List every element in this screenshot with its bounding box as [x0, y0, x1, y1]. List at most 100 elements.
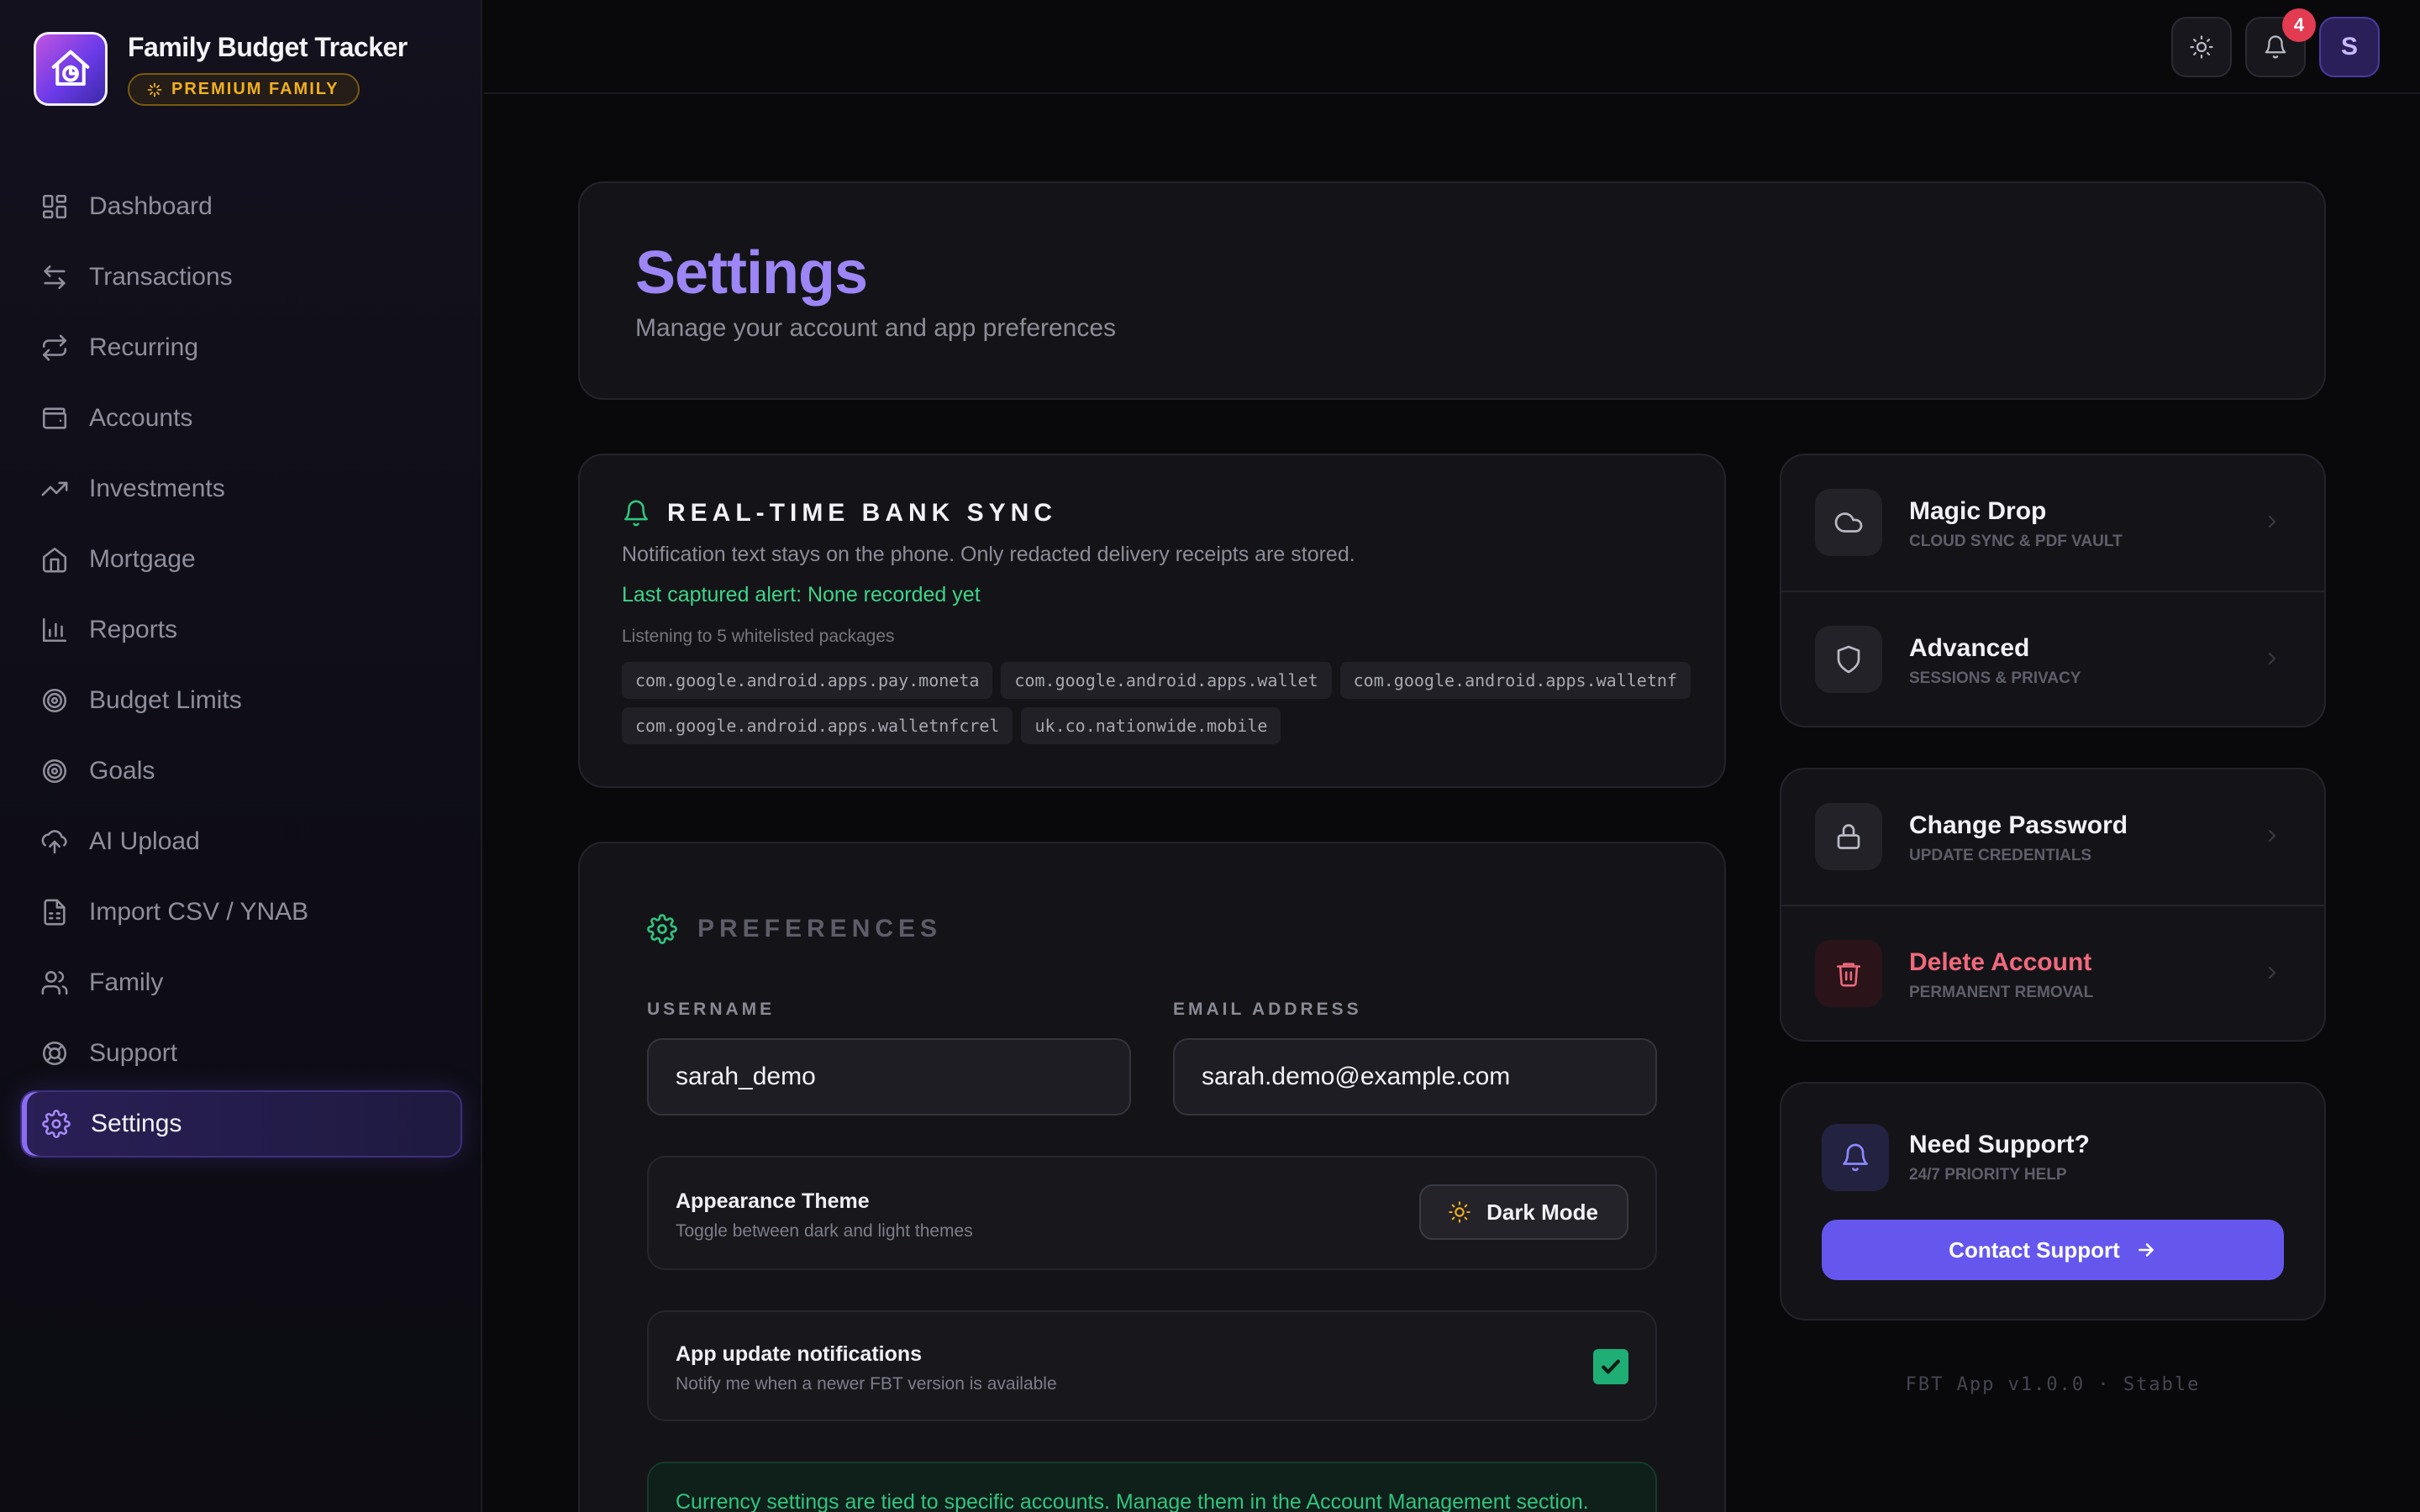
cloud-icon — [1815, 489, 1882, 556]
sidebar-item-label: Family — [89, 969, 164, 996]
sidebar-item-import-csv[interactable]: Import CSV / YNAB — [20, 879, 462, 946]
appearance-theme-row: Appearance Theme Toggle between dark and… — [647, 1156, 1657, 1270]
sidebar-item-label: Reports — [89, 616, 178, 643]
sidebar-item-label: Import CSV / YNAB — [89, 898, 309, 926]
dark-mode-button-label: Dark Mode — [1486, 1199, 1598, 1225]
magic-drop-title: Magic Drop — [1909, 497, 2047, 525]
life-buoy-icon — [42, 1041, 67, 1066]
bar-chart-icon — [42, 617, 67, 643]
sidebar-item-ai-upload[interactable]: AI Upload — [20, 808, 462, 875]
bank-sync-title-text: REAL-TIME BANK SYNC — [667, 499, 1057, 527]
bank-sync-description: Notification text stays on the phone. On… — [622, 543, 1355, 566]
app-logo-icon — [34, 32, 108, 106]
home-icon — [42, 547, 67, 573]
chevron-right-icon — [2269, 830, 2276, 842]
sidebar-item-family[interactable]: Family — [20, 949, 462, 1016]
lock-icon — [1815, 803, 1882, 870]
appearance-theme-subtitle: Toggle between dark and light themes — [676, 1221, 973, 1241]
sidebar-item-label: Budget Limits — [89, 686, 242, 714]
contact-support-label: Contact Support — [1949, 1236, 2120, 1263]
sidebar-item-goals[interactable]: Goals — [20, 738, 462, 805]
grid-icon — [42, 194, 67, 219]
avatar[interactable]: S — [2319, 17, 2380, 77]
dark-mode-button[interactable]: Dark Mode — [1419, 1184, 1628, 1240]
sidebar-item-budget-limits[interactable]: Budget Limits — [20, 667, 462, 734]
account-actions-card: Change Password UPDATE CREDENTIALS Delet… — [1780, 768, 2326, 1042]
magic-drop-subtitle: CLOUD SYNC & PDF VAULT — [1909, 533, 2123, 550]
support-card: Need Support? 24/7 PRIORITY HELP Contact… — [1780, 1082, 2326, 1320]
sidebar-item-label: Dashboard — [89, 192, 213, 220]
sidebar-item-label: Accounts — [89, 404, 193, 432]
wallet-icon — [42, 407, 67, 429]
package-chip: com.google.android.apps.pay.moneta — [622, 662, 993, 699]
theme-toggle-button[interactable] — [2171, 17, 2232, 77]
premium-badge-label: PREMIUM FAMILY — [171, 80, 339, 98]
chevron-right-icon — [2269, 653, 2276, 664]
settings-header-card: Settings Manage your account and app pre… — [578, 181, 2326, 400]
target-icon — [42, 759, 67, 784]
sidebar-item-recurring[interactable]: Recurring — [20, 314, 462, 381]
last-alert-status: Last captured alert: None recorded yet — [622, 583, 981, 606]
page-subtitle: Manage your account and app preferences — [635, 314, 1117, 342]
delete-account-subtitle: PERMANENT REMOVAL — [1909, 984, 2094, 1001]
chevron-right-icon — [2269, 967, 2276, 979]
advanced-title: Advanced — [1909, 634, 2030, 662]
sidebar-item-reports[interactable]: Reports — [20, 596, 462, 664]
quick-links-card: Magic Drop CLOUD SYNC & PDF VAULT Advanc… — [1780, 454, 2326, 727]
magic-drop-link[interactable]: Magic Drop CLOUD SYNC & PDF VAULT — [1781, 455, 2324, 590]
app-version: FBT App v1.0.0 · Stable — [1905, 1374, 2201, 1395]
package-chip: com.google.android.apps.walletnf — [1339, 662, 1691, 699]
update-notifications-checkbox[interactable] — [1593, 1349, 1628, 1384]
email-label: EMAIL ADDRESS — [1173, 1000, 1362, 1019]
advanced-subtitle: SESSIONS & PRIVACY — [1909, 669, 2081, 687]
premium-badge: PREMIUM FAMILY — [128, 73, 360, 106]
gear-icon — [647, 914, 677, 944]
username-field[interactable]: sarah_demo — [647, 1038, 1131, 1116]
sun-icon — [1449, 1201, 1470, 1223]
sidebar-item-investments[interactable]: Investments — [20, 455, 462, 522]
update-notifications-title: App update notifications — [676, 1342, 923, 1366]
sidebar-item-label: AI Upload — [89, 827, 200, 855]
delete-account-title: Delete Account — [1909, 948, 2092, 976]
sidebar-item-label: Settings — [91, 1110, 182, 1137]
currency-info-note: Currency settings are tied to specific a… — [647, 1462, 1657, 1512]
sidebar-item-settings[interactable]: Settings — [20, 1090, 462, 1158]
trash-icon — [1815, 940, 1882, 1007]
sidebar-item-accounts[interactable]: Accounts — [20, 385, 462, 452]
file-spreadsheet-icon — [44, 899, 66, 926]
listening-count: Listening to 5 whitelisted packages — [622, 627, 895, 646]
sidebar-item-support[interactable]: Support — [20, 1020, 462, 1087]
sidebar-item-label: Mortgage — [89, 545, 196, 573]
shield-icon — [1815, 626, 1882, 693]
brand[interactable]: Family Budget Tracker PREMIUM FAMILY — [34, 32, 408, 106]
contact-support-button[interactable]: Contact Support — [1822, 1220, 2284, 1280]
change-password-link[interactable]: Change Password UPDATE CREDENTIALS — [1781, 769, 2324, 904]
sidebar-item-label: Transactions — [89, 263, 233, 291]
update-notifications-row: App update notifications Notify me when … — [647, 1310, 1657, 1421]
sun-icon — [2190, 35, 2213, 59]
preferences-card: PREFERENCES USERNAME sarah_demo EMAIL AD… — [578, 842, 1726, 1512]
sidebar-item-label: Support — [89, 1039, 178, 1067]
advanced-link[interactable]: Advanced SESSIONS & PRIVACY — [1781, 592, 2324, 727]
username-label: USERNAME — [647, 1000, 776, 1019]
notifications-button[interactable]: 4 — [2245, 8, 2316, 77]
preferences-title-text: PREFERENCES — [697, 915, 943, 942]
delete-account-link[interactable]: Delete Account PERMANENT REMOVAL — [1781, 906, 2324, 1041]
update-notifications-subtitle: Notify me when a newer FBT version is av… — [676, 1374, 1057, 1394]
chevron-right-icon — [2269, 516, 2276, 528]
bell-icon — [1822, 1124, 1889, 1191]
check-icon — [1602, 1359, 1620, 1374]
sidebar-item-label: Investments — [89, 475, 225, 502]
bank-sync-card: REAL-TIME BANK SYNC Notification text st… — [578, 454, 1726, 788]
sidebar-item-transactions[interactable]: Transactions — [20, 244, 462, 311]
sidebar-nav: Dashboard Transactions Recurring Account… — [20, 173, 462, 1161]
users-icon — [41, 970, 68, 995]
arrow-right-icon — [2138, 1243, 2154, 1257]
package-list: com.google.android.apps.pay.moneta com.g… — [622, 662, 1706, 744]
sidebar-item-mortgage[interactable]: Mortgage — [20, 526, 462, 593]
trending-up-icon — [41, 481, 68, 496]
sidebar-item-dashboard[interactable]: Dashboard — [20, 173, 462, 240]
package-chip: com.google.android.apps.wallet — [1001, 662, 1332, 699]
gear-icon — [42, 1110, 71, 1138]
email-field[interactable]: sarah.demo@example.com — [1173, 1038, 1657, 1116]
